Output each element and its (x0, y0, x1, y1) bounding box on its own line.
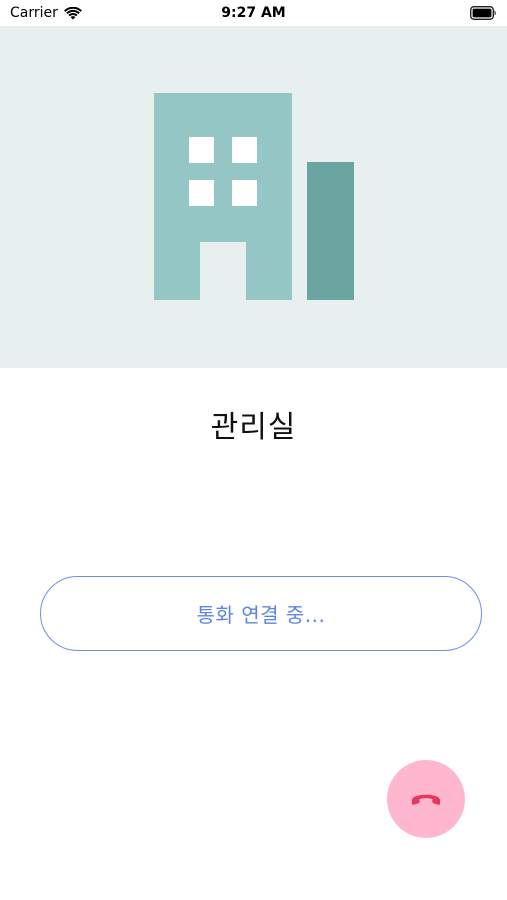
status-bar: Carrier 9:27 AM (0, 0, 507, 26)
end-call-button[interactable] (387, 760, 465, 838)
call-screen: Carrier 9:27 AM 관리실 통화 연결 중... (0, 0, 507, 900)
status-time: 9:27 AM (221, 5, 286, 21)
building-icon (154, 93, 354, 300)
contact-name: 관리실 (210, 410, 297, 445)
hero-banner (0, 26, 507, 368)
call-status-text: 통화 연결 중... (196, 603, 326, 627)
call-status-pill: 통화 연결 중... (40, 576, 482, 651)
battery-icon (470, 6, 496, 20)
phone-hangup-icon (412, 794, 440, 805)
